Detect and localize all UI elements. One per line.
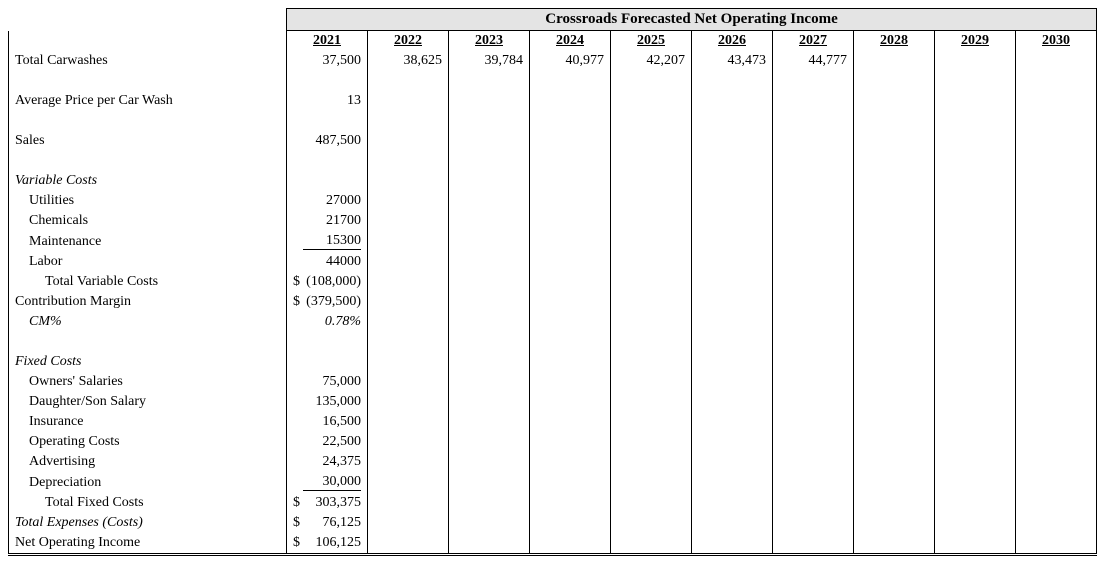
label: Sales	[9, 131, 287, 151]
title-row: Crossroads Forecasted Net Operating Inco…	[9, 9, 1097, 31]
label: Depreciation	[9, 472, 287, 493]
year-2028: 2028	[854, 31, 935, 52]
year-2030: 2030	[1016, 31, 1097, 52]
val-2021: 22,500	[287, 432, 368, 452]
label: Fixed Costs	[9, 352, 287, 372]
row-avg-price: Average Price per Car Wash 13	[9, 91, 1097, 111]
row-sales: Sales 487,500	[9, 131, 1097, 151]
row-total-expenses: Total Expenses (Costs) $76,125	[9, 513, 1097, 533]
val-2021: 0.78%	[287, 312, 368, 332]
val-2021: 24,375	[287, 452, 368, 472]
val-2021: 135,000	[287, 392, 368, 412]
year-header-row: 2021 2022 2023 2024 2025 2026 2027 2028 …	[9, 31, 1097, 52]
row-total-variable: Total Variable Costs $(108,000)	[9, 272, 1097, 292]
year-2023: 2023	[449, 31, 530, 52]
year-2025: 2025	[611, 31, 692, 52]
val-2021: 37,500	[287, 51, 368, 71]
val-2021: 16,500	[287, 412, 368, 432]
val-2021: 15300	[287, 231, 368, 252]
table-title: Crossroads Forecasted Net Operating Inco…	[287, 9, 1097, 31]
label: Insurance	[9, 412, 287, 432]
year-2029: 2029	[935, 31, 1016, 52]
label: Advertising	[9, 452, 287, 472]
val-2021: $76,125	[287, 513, 368, 533]
label: Labor	[9, 252, 287, 272]
row-utilities: Utilities 27000	[9, 191, 1097, 211]
row-blank	[9, 71, 1097, 91]
row-blank	[9, 111, 1097, 131]
row-operating-costs: Operating Costs 22,500	[9, 432, 1097, 452]
row-blank	[9, 332, 1097, 352]
row-owners-salaries: Owners' Salaries 75,000	[9, 372, 1097, 392]
val-2023: 39,784	[449, 51, 530, 71]
val-2024: 40,977	[530, 51, 611, 71]
val-2021: 21700	[287, 211, 368, 231]
label: Average Price per Car Wash	[9, 91, 287, 111]
forecast-table: Crossroads Forecasted Net Operating Inco…	[8, 8, 1097, 556]
label: Variable Costs	[9, 171, 287, 191]
val-2025: 42,207	[611, 51, 692, 71]
row-chemicals: Chemicals 21700	[9, 211, 1097, 231]
row-daughter-son: Daughter/Son Salary 135,000	[9, 392, 1097, 412]
val-2021: 30,000	[287, 472, 368, 493]
year-2024: 2024	[530, 31, 611, 52]
year-2027: 2027	[773, 31, 854, 52]
row-net-income: Net Operating Income $106,125	[9, 533, 1097, 555]
label: Total Expenses (Costs)	[9, 513, 287, 533]
year-2022: 2022	[368, 31, 449, 52]
val-2026: 43,473	[692, 51, 773, 71]
label: Total Variable Costs	[9, 272, 287, 292]
label: Utilities	[9, 191, 287, 211]
val-2021: 27000	[287, 191, 368, 211]
label: CM%	[9, 312, 287, 332]
label: Total Fixed Costs	[9, 493, 287, 513]
year-2021: 2021	[287, 31, 368, 52]
label: Maintenance	[9, 231, 287, 252]
row-fixed-heading: Fixed Costs	[9, 352, 1097, 372]
row-labor: Labor 44000	[9, 252, 1097, 272]
row-contribution-margin: Contribution Margin $(379,500)	[9, 292, 1097, 312]
row-advertising: Advertising 24,375	[9, 452, 1097, 472]
label: Owners' Salaries	[9, 372, 287, 392]
row-total-carwashes: Total Carwashes 37,500 38,625 39,784 40,…	[9, 51, 1097, 71]
row-cm-pct: CM% 0.78%	[9, 312, 1097, 332]
row-variable-heading: Variable Costs	[9, 171, 1097, 191]
row-depreciation: Depreciation 30,000	[9, 472, 1097, 493]
val-2021: $303,375	[287, 493, 368, 513]
val-2022: 38,625	[368, 51, 449, 71]
label: Chemicals	[9, 211, 287, 231]
label: Daughter/Son Salary	[9, 392, 287, 412]
label: Operating Costs	[9, 432, 287, 452]
year-2026: 2026	[692, 31, 773, 52]
label: Contribution Margin	[9, 292, 287, 312]
val-2021: 487,500	[287, 131, 368, 151]
val-2021: 13	[287, 91, 368, 111]
val-2021: 44000	[287, 252, 368, 272]
row-total-fixed: Total Fixed Costs $303,375	[9, 493, 1097, 513]
val-2021: 75,000	[287, 372, 368, 392]
row-blank	[9, 151, 1097, 171]
val-2021: $106,125	[287, 533, 368, 555]
val-2021: $(108,000)	[287, 272, 368, 292]
row-insurance: Insurance 16,500	[9, 412, 1097, 432]
val-2027: 44,777	[773, 51, 854, 71]
val-2021: $(379,500)	[287, 292, 368, 312]
label: Total Carwashes	[9, 51, 287, 71]
row-maintenance: Maintenance 15300	[9, 231, 1097, 252]
label: Net Operating Income	[9, 533, 287, 555]
